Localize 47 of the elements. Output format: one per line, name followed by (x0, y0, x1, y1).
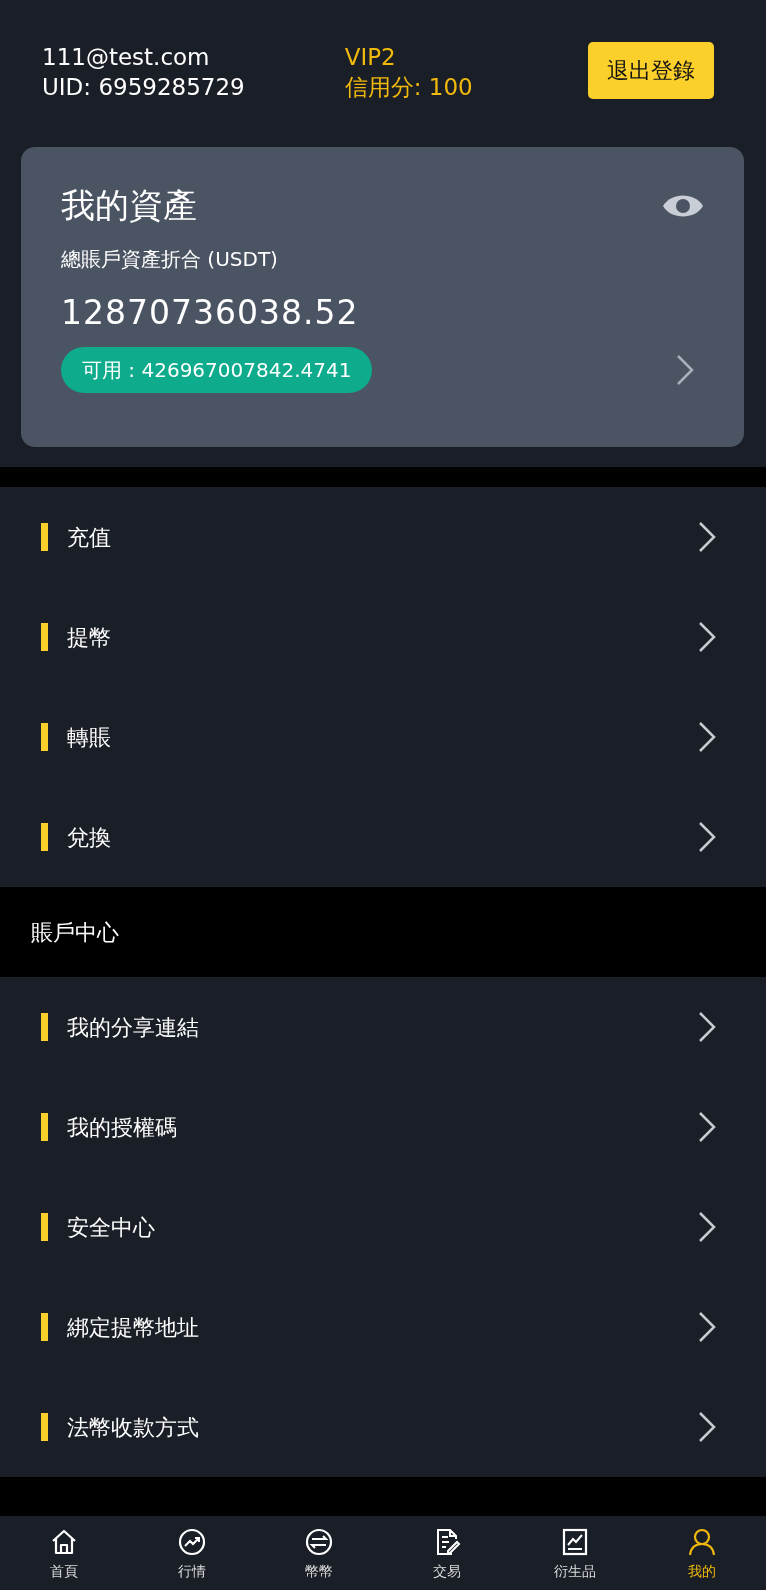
chevron-right-icon (698, 721, 716, 753)
chevron-right-icon (698, 621, 716, 653)
chevron-right-icon (698, 821, 716, 853)
accent-bar (41, 723, 48, 751)
user-email: 111@test.com (42, 43, 211, 72)
person-icon (687, 1527, 718, 1557)
nav-tab[interactable]: 我的 (638, 1517, 766, 1590)
nav-tab[interactable]: 幣幣 (255, 1517, 383, 1590)
swap-icon (304, 1527, 335, 1557)
accent-bar (41, 1213, 48, 1241)
chevron-right-icon (698, 1311, 716, 1343)
chevron-right-icon (698, 521, 716, 553)
nav-tab[interactable]: 衍生品 (510, 1517, 639, 1590)
credit-score: 信用分: 100 (344, 73, 473, 102)
section-header: 賬戶中心 (0, 887, 766, 977)
menu-label: 綁定提幣地址 (67, 1313, 199, 1342)
menu-label: 安全中心 (67, 1213, 155, 1242)
chevron-right-icon (698, 1011, 716, 1043)
nav-tab[interactable]: 交易 (383, 1517, 511, 1590)
accent-bar (41, 1013, 48, 1041)
accent-bar (41, 523, 48, 551)
menu-label: 提幣 (67, 623, 111, 652)
user-uid: UID: 6959285729 (42, 73, 245, 102)
chevron-right-icon (698, 1211, 716, 1243)
menu-label: 法幣收款方式 (67, 1413, 199, 1442)
accent-bar (41, 1113, 48, 1141)
chevron-right-icon (698, 1411, 716, 1443)
menu-label: 兌換 (67, 823, 111, 852)
total-balance: 12870736038.52 (61, 291, 360, 334)
chevron-right-icon (698, 1111, 716, 1143)
nav-tab[interactable]: 首頁 (0, 1517, 128, 1590)
logout-button[interactable]: 退出登錄 (588, 42, 714, 99)
vip-level: VIP2 (344, 43, 397, 72)
chevron-right-icon[interactable] (676, 354, 694, 387)
menu-label: 我的分享連結 (67, 1013, 199, 1042)
accent-bar (41, 623, 48, 651)
menu-label: 充值 (67, 523, 111, 552)
available-balance: 可用 : 426967007842.4741 (61, 347, 373, 394)
nav-tab[interactable]: 行情 (127, 1517, 256, 1590)
accent-bar (41, 823, 48, 851)
accent-bar (41, 1313, 48, 1341)
assets-subtitle: 總賬戶資產折合 (USDT) (61, 245, 279, 273)
trend-icon (176, 1527, 207, 1557)
accent-bar (41, 1413, 48, 1441)
menu-label: 我的授權碼 (67, 1113, 177, 1142)
menu-label: 轉賬 (67, 723, 111, 752)
assets-title: 我的資產 (61, 185, 197, 226)
